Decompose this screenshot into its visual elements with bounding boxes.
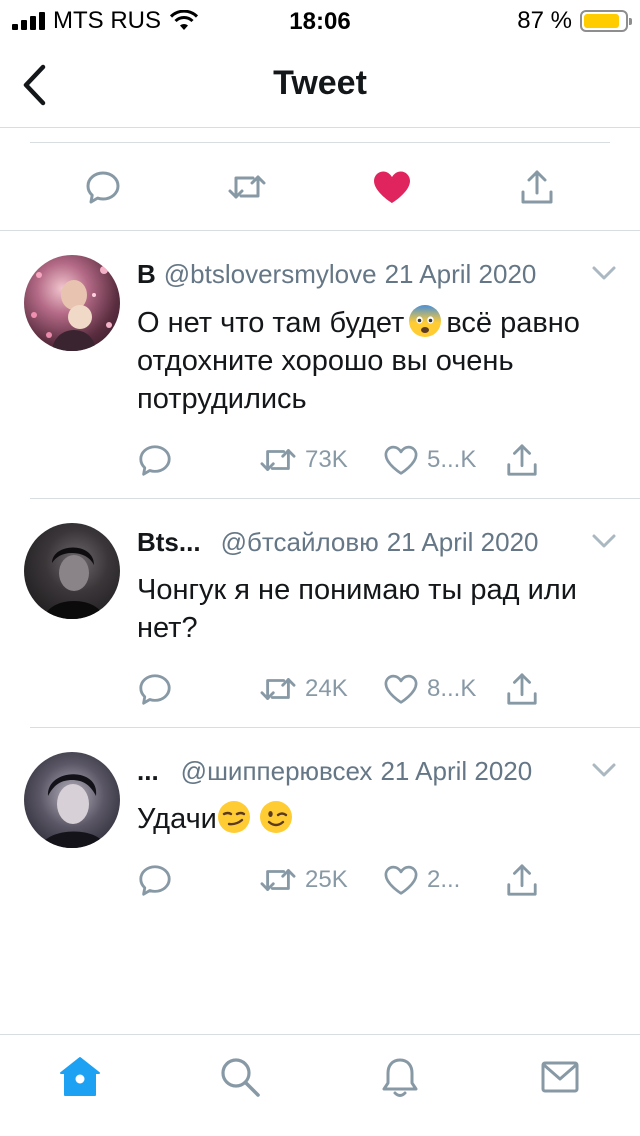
chevron-down-icon[interactable]	[590, 758, 618, 782]
chevron-down-icon[interactable]	[590, 529, 618, 553]
tab-search[interactable]	[216, 1053, 264, 1101]
author-name[interactable]: B	[137, 259, 156, 290]
author-handle[interactable]: @шипперювсех	[181, 756, 373, 787]
avatar[interactable]	[24, 752, 120, 848]
retweet-button[interactable]: 24K	[259, 669, 348, 709]
tweet-date: 21 April 2020	[380, 756, 533, 786]
like-count: 2...	[427, 866, 461, 893]
reply-actions: 73K 5...K	[137, 440, 557, 480]
share-icon	[507, 673, 537, 705]
share-button[interactable]	[515, 165, 559, 209]
like-count: 5...K	[427, 446, 477, 473]
like-button[interactable]: 5...K	[383, 440, 476, 480]
share-button[interactable]	[505, 860, 547, 900]
notifications-icon	[382, 1058, 418, 1097]
avatar[interactable]	[24, 255, 120, 351]
share-button[interactable]	[505, 669, 547, 709]
share-button[interactable]	[505, 440, 547, 480]
tweet-date: 21 April 2020	[386, 527, 539, 557]
reply-actions: 24K 8...K	[137, 669, 557, 709]
like-button[interactable]	[370, 165, 414, 209]
author-handle[interactable]: @btsloversmylove	[164, 259, 377, 290]
avatar[interactable]	[24, 523, 120, 619]
reply-button[interactable]	[81, 165, 125, 209]
tweet-text: Чонгук я не понимаю ты рад или нет?	[137, 574, 577, 644]
reply-actions: 25K 2...	[137, 860, 557, 900]
tweet-text: Удачи	[137, 800, 600, 838]
chevron-down-icon[interactable]	[590, 261, 618, 285]
fearful-face-emoji	[409, 305, 442, 337]
retweet-count: 25K	[305, 866, 348, 893]
heart-icon	[384, 674, 418, 704]
page-title: Tweet	[273, 64, 367, 102]
reply-icon	[139, 445, 171, 476]
retweet-button[interactable]: 25K	[259, 860, 348, 900]
retweet-icon	[228, 175, 266, 199]
retweet-icon	[260, 678, 296, 700]
heart-icon	[384, 445, 418, 475]
search-icon	[221, 1058, 260, 1097]
tweet-text: О нет что там будет всё равно отдохните …	[137, 304, 600, 418]
smirking-face-emoji	[217, 801, 250, 833]
tweet-date: 21 April 2020	[384, 259, 537, 289]
like-button[interactable]: 2...	[383, 860, 460, 900]
author-name[interactable]: ...	[137, 756, 159, 787]
winking-face-emoji	[259, 801, 292, 833]
main-tweet-actions	[0, 143, 640, 231]
reply-tweet[interactable]: ... @шипперювсех 21 April 2020 Удачи 25K…	[0, 728, 640, 928]
reply-button[interactable]	[137, 440, 181, 480]
retweet-count: 24K	[305, 675, 348, 702]
reply-tweet[interactable]: Bts... @бтсайловю 21 April 2020 Чонгук я…	[0, 499, 640, 727]
retweet-icon	[260, 449, 296, 471]
tab-messages[interactable]	[536, 1053, 584, 1101]
reply-button[interactable]	[137, 860, 181, 900]
retweet-icon	[260, 869, 296, 891]
heart-icon	[384, 865, 418, 895]
share-icon	[521, 170, 553, 204]
like-button[interactable]: 8...K	[383, 669, 476, 709]
reply-button[interactable]	[137, 669, 181, 709]
tab-home[interactable]	[56, 1053, 104, 1101]
author-handle[interactable]: @бтсайловю	[221, 527, 379, 558]
retweet-count: 73K	[305, 446, 348, 473]
share-icon	[507, 444, 537, 476]
author-name[interactable]: Bts...	[137, 527, 201, 558]
navigation-bar: Tweet	[0, 44, 640, 128]
messages-icon	[541, 1061, 579, 1093]
tab-bar	[0, 1034, 640, 1136]
battery-icon	[580, 10, 632, 32]
reply-icon	[86, 171, 120, 204]
heart-filled-icon	[374, 171, 410, 203]
home-icon	[60, 1057, 100, 1096]
share-icon	[507, 864, 537, 896]
reply-icon	[139, 674, 171, 705]
status-bar: MTS RUS 18:06 87 %	[0, 0, 640, 44]
retweet-button[interactable]	[225, 165, 269, 209]
battery-percent: 87 %	[517, 7, 572, 34]
reply-tweet[interactable]: B @btsloversmylove 21 April 2020 О нет ч…	[0, 231, 640, 501]
reply-icon	[139, 865, 171, 896]
retweet-button[interactable]: 73K	[259, 440, 348, 480]
like-count: 8...K	[427, 675, 477, 702]
tab-notifications[interactable]	[376, 1053, 424, 1101]
